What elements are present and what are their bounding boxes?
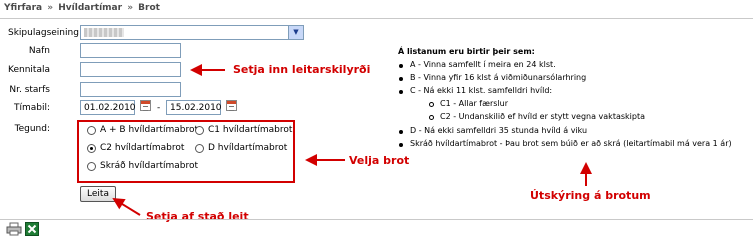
sublist-bullet — [429, 115, 434, 120]
info-line-c: C - Ná ekki 11 klst. samfelldri hvíld: — [410, 86, 553, 95]
arrow-start-search — [112, 197, 141, 216]
info-line-b: B - Vinna yfir 16 klst á viðmiðunarsólar… — [410, 73, 587, 82]
info-line-c2: C2 - Undanskilið ef hvíld er stytt vegna… — [440, 112, 645, 121]
list-bullet — [399, 77, 403, 81]
annotation-search-criteria: Setja inn leitarskilyrði — [233, 63, 371, 76]
footer-divider — [0, 219, 753, 220]
info-line-d: D - Ná ekki samfelldri 35 stunda hvíld á… — [410, 126, 588, 135]
printer-icon[interactable] — [6, 222, 22, 236]
info-line-registered: Skráð hvíldartímabrot - Þau brot sem búi… — [410, 139, 732, 148]
annotation-start-search: Setja af stað leit — [146, 210, 249, 223]
info-line-a: A - Vinna samfellt í meira en 24 klst. — [410, 60, 556, 69]
info-line-c1: C1 - Allar færslur — [440, 99, 509, 108]
annotation-explanation: Útskýring á brotum — [530, 189, 651, 202]
info-title: Á listanum eru birtir þeir sem: — [398, 47, 535, 56]
list-bullet — [399, 130, 403, 134]
list-bullet — [399, 64, 403, 68]
list-bullet — [399, 143, 403, 147]
excel-icon[interactable] — [25, 222, 39, 236]
list-bullet — [399, 90, 403, 94]
sublist-bullet — [429, 102, 434, 107]
annotation-choose-violation: Velja brot — [349, 154, 410, 167]
